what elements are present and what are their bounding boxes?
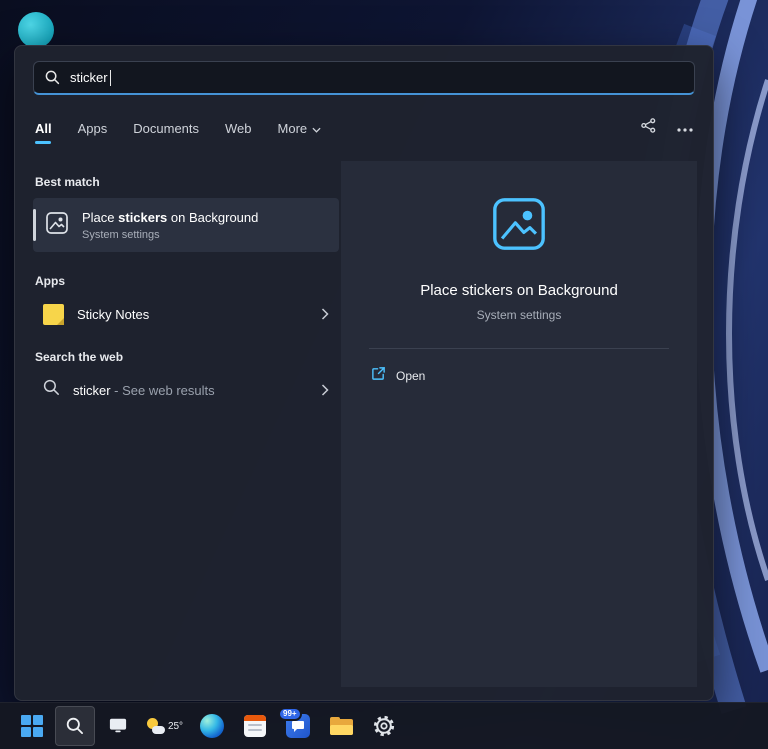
start-button[interactable] [12, 706, 52, 746]
gear-icon [372, 714, 396, 738]
result-label: sticker - See web results [73, 383, 215, 398]
chevron-right-icon[interactable] [321, 308, 329, 320]
result-web-search[interactable]: sticker - See web results [33, 370, 339, 410]
edge-icon [200, 714, 224, 738]
chevron-right-icon[interactable] [321, 384, 329, 396]
tab-all[interactable]: All [35, 121, 52, 136]
result-sticky-notes[interactable]: Sticky Notes [33, 294, 339, 334]
section-web: Search the web [35, 350, 339, 364]
tab-web[interactable]: Web [225, 121, 252, 136]
file-explorer-button[interactable] [321, 706, 361, 746]
calendar-icon [244, 715, 266, 737]
chat-app-button[interactable]: 99+ [278, 706, 318, 746]
search-query-text: sticker [70, 70, 108, 85]
text-cursor [110, 70, 111, 86]
file-explorer-icon [330, 717, 353, 735]
result-title: Place stickers on Background [82, 210, 258, 225]
tab-apps-label: Apps [78, 121, 108, 136]
open-action[interactable]: Open [371, 366, 425, 386]
windows-logo-icon [21, 715, 43, 737]
wallpaper-bloom-dot [18, 12, 54, 48]
divider [369, 348, 669, 349]
tab-documents-label: Documents [133, 121, 199, 136]
selection-indicator [33, 209, 36, 241]
preview-pane: Place stickers on Background System sett… [341, 161, 697, 687]
calendar-app-button[interactable] [235, 706, 275, 746]
section-best-match: Best match [35, 175, 339, 189]
preview-subtitle: System settings [477, 308, 562, 322]
share-icon[interactable] [640, 117, 657, 139]
notification-badge: 99+ [278, 707, 302, 721]
search-input[interactable]: sticker [33, 61, 695, 95]
task-view-button[interactable] [98, 706, 138, 746]
taskbar-search-button[interactable] [55, 706, 95, 746]
web-search-icon [43, 379, 60, 401]
tab-apps[interactable]: Apps [78, 121, 108, 136]
settings-button[interactable] [364, 706, 404, 746]
taskbar: 25° 99+ [0, 702, 768, 749]
search-flyout-panel: sticker All Apps Documents Web More [14, 45, 714, 701]
result-best-match[interactable]: Place stickers on Background System sett… [33, 198, 339, 252]
tab-all-label: All [35, 121, 52, 136]
result-label: Sticky Notes [77, 307, 149, 322]
results-list: Best match Place stickers on Background … [33, 161, 339, 410]
search-filter-tabs: All Apps Documents Web More [35, 114, 693, 142]
open-external-icon [371, 366, 386, 386]
tab-more-label: More [278, 121, 308, 136]
tab-web-label: Web [225, 121, 252, 136]
widgets-weather-button[interactable]: 25° [141, 706, 189, 746]
desktop-monitor-icon [108, 717, 128, 735]
section-apps: Apps [35, 274, 339, 288]
tab-more[interactable]: More [278, 121, 322, 136]
active-tab-indicator [35, 141, 51, 144]
tab-documents[interactable]: Documents [133, 121, 199, 136]
more-options-icon[interactable] [677, 119, 693, 137]
edge-browser-button[interactable] [192, 706, 232, 746]
chevron-down-icon [312, 121, 321, 136]
picture-icon [45, 211, 69, 240]
result-subtitle: System settings [82, 229, 258, 241]
weather-icon [147, 718, 165, 734]
open-label: Open [396, 369, 425, 383]
search-icon [66, 717, 84, 735]
preview-title: Place stickers on Background [420, 282, 618, 299]
weather-temperature: 25° [168, 721, 183, 732]
sticky-notes-icon [43, 304, 64, 325]
preview-picture-icon [490, 195, 548, 258]
search-icon [45, 70, 60, 85]
